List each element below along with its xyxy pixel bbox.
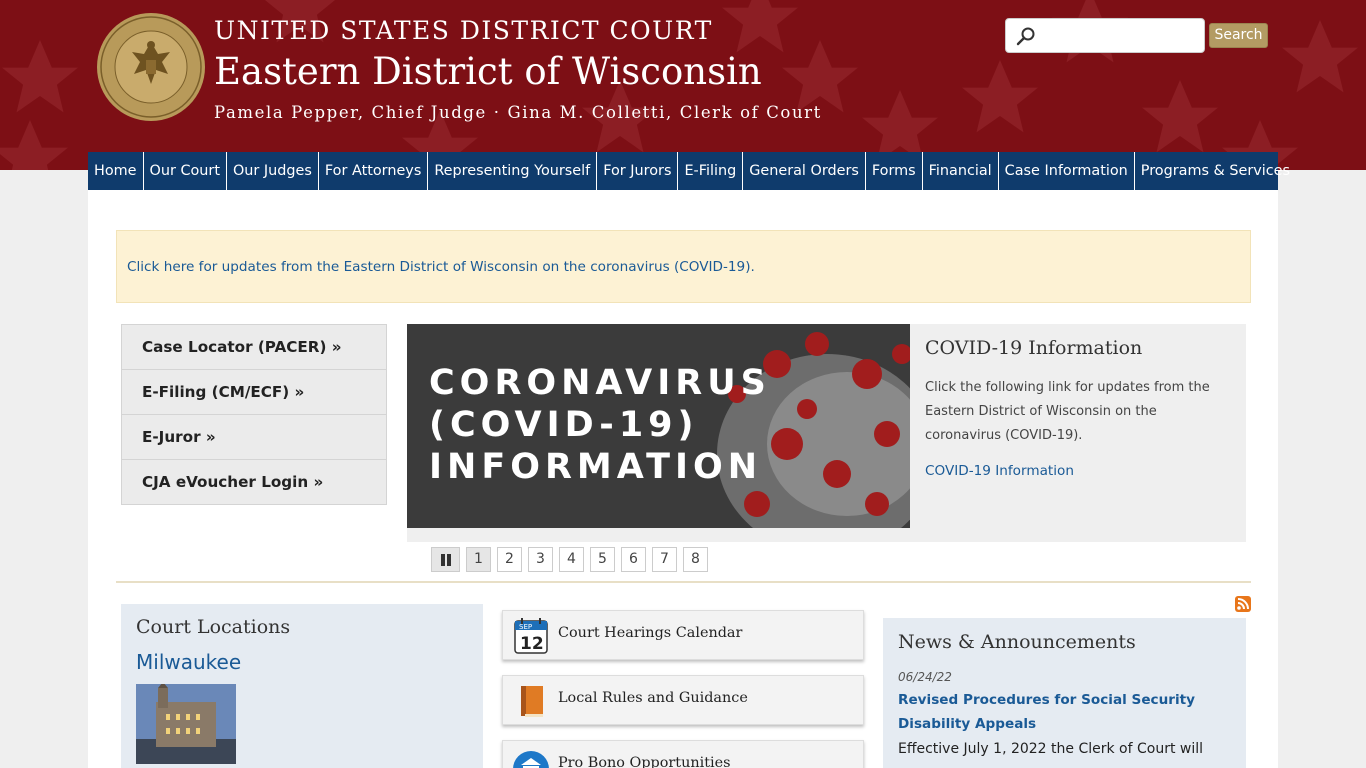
section-divider (116, 581, 1251, 583)
nav-item-representing-yourself[interactable]: Representing Yourself (428, 152, 598, 190)
svg-text:12: 12 (520, 634, 544, 654)
courthouse-photo[interactable] (136, 684, 236, 764)
nav-item-programs-services[interactable]: Programs & Services (1135, 152, 1296, 190)
nav-item-for-jurors[interactable]: For Jurors (597, 152, 679, 190)
covid-alert: Click here for updates from the Eastern … (116, 230, 1251, 303)
site-subtitle: Pamela Pepper, Chief Judge · Gina M. Col… (214, 103, 822, 122)
location-city-link[interactable]: Milwaukee (136, 650, 241, 674)
site-title[interactable]: Eastern District of Wisconsin (214, 50, 762, 93)
news-title: News & Announcements (898, 631, 1136, 653)
nav-item-our-judges[interactable]: Our Judges (227, 152, 319, 190)
quick-link[interactable]: E-Filing (CM/ECF) » (122, 370, 386, 415)
court-locations: Court Locations Milwaukee (121, 604, 483, 768)
news-date: 06/24/22 (898, 670, 952, 684)
nav-item-e-filing[interactable]: E-Filing (678, 152, 744, 190)
main-nav: Home Our Court Our Judges For Attorneys Repr… (88, 152, 1290, 190)
news-body: Effective July 1, 2022 the Clerk of Cour… (898, 741, 1204, 757)
pause-button[interactable] (431, 547, 460, 572)
nav-item-financial[interactable]: Financial (923, 152, 999, 190)
nav-item-general-orders[interactable]: General Orders (743, 152, 866, 190)
slide-headline: CORONAVIRUS (COVID-19) INFORMATION (429, 363, 771, 487)
site-supertitle: UNITED STATES DISTRICT COURT (214, 16, 713, 45)
slide-page-button[interactable]: 1 (466, 547, 491, 572)
svg-text:SEP: SEP (519, 623, 532, 631)
slide-page-button[interactable]: 3 (528, 547, 553, 572)
nav-item-home[interactable]: Home (88, 152, 144, 190)
site-header: UNITED STATES DISTRICT COURT Eastern Dis… (0, 0, 1366, 170)
rss-icon[interactable] (1235, 596, 1251, 612)
feature-label: Local Rules and Guidance (558, 690, 748, 706)
courthouse-icon (513, 751, 549, 768)
search-input[interactable] (1040, 24, 1200, 48)
slide-strip (407, 528, 910, 542)
feature-label: Court Hearings Calendar (558, 625, 743, 641)
nav-item-our-court[interactable]: Our Court (144, 152, 227, 190)
covid-alert-link[interactable]: Click here for updates from the Eastern … (127, 259, 755, 275)
slide-image[interactable]: CORONAVIRUS (COVID-19) INFORMATION (407, 324, 910, 528)
calendar-icon: SEP 12 (514, 618, 548, 654)
slide-pager: 12345678 (431, 547, 714, 572)
news-announcements: News & Announcements 06/24/22 Revised Pr… (883, 618, 1246, 768)
slide-caption-text: Click the following link for updates fro… (925, 380, 1210, 443)
slide-caption: COVID-19 Information Click the following… (910, 324, 1246, 542)
slide-page-button[interactable]: 2 (497, 547, 522, 572)
search-icon (1016, 27, 1035, 46)
slide-page-button[interactable]: 4 (559, 547, 584, 572)
court-locations-title: Court Locations (136, 616, 291, 638)
search-box (1005, 18, 1205, 53)
quick-link[interactable]: CJA eVoucher Login » (122, 460, 386, 505)
slide-page-button[interactable]: 8 (683, 547, 708, 572)
search-button[interactable]: Search (1209, 23, 1268, 48)
book-icon (521, 686, 543, 717)
pause-icon (441, 554, 445, 566)
feature-label: Pro Bono Opportunities (558, 755, 731, 768)
slide-caption-link[interactable]: COVID-19 Information (925, 463, 1074, 479)
court-hearings-calendar-button[interactable]: SEP 12 Court Hearings Calendar (502, 610, 864, 660)
nav-item-case-information[interactable]: Case Information (999, 152, 1135, 190)
slide-page-button[interactable]: 6 (621, 547, 646, 572)
quick-link[interactable]: E-Juror » (122, 415, 386, 460)
nav-item-for-attorneys[interactable]: For Attorneys (319, 152, 429, 190)
news-headline-link[interactable]: Revised Procedures for Social Security D… (898, 688, 1198, 736)
local-rules-button[interactable]: Local Rules and Guidance (502, 675, 864, 725)
quick-links: Case Locator (PACER) » E-Filing (CM/ECF) … (121, 324, 387, 505)
slide-page-button[interactable]: 7 (652, 547, 677, 572)
nav-item-forms[interactable]: Forms (866, 152, 923, 190)
slide-page-button[interactable]: 5 (590, 547, 615, 572)
quick-link[interactable]: Case Locator (PACER) » (122, 325, 386, 370)
court-seal-icon[interactable] (96, 12, 206, 122)
pro-bono-button[interactable]: Pro Bono Opportunities (502, 740, 864, 768)
slide-caption-title: COVID-19 Information (925, 337, 1143, 359)
